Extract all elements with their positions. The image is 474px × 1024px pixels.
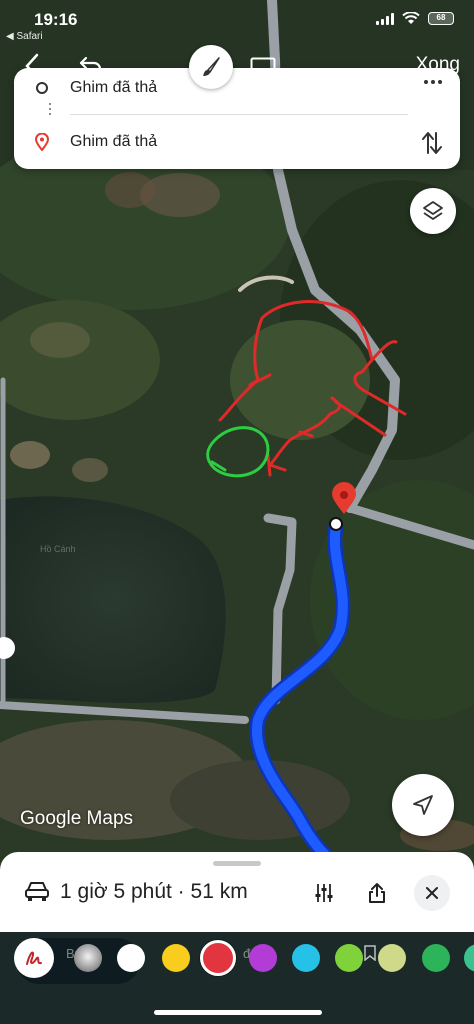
pen-icon: [203, 57, 220, 76]
swatch-lime[interactable]: [335, 944, 363, 972]
divider: [70, 114, 408, 115]
swatch-cyan[interactable]: [292, 944, 320, 972]
swatch-gray[interactable]: [74, 944, 102, 972]
navigation-arrow-icon: [413, 795, 433, 815]
swatch-khaki[interactable]: [378, 944, 406, 972]
pin-icon: [35, 133, 49, 151]
swap-icon[interactable]: [420, 130, 444, 156]
swatch-white[interactable]: [117, 944, 145, 972]
share-icon[interactable]: [360, 876, 394, 910]
undo-icon[interactable]: [76, 50, 106, 82]
back-to-app-link[interactable]: ◀ Safari: [6, 31, 43, 42]
rectangle-icon[interactable]: [248, 50, 278, 82]
options-icon[interactable]: [307, 876, 341, 910]
trip-summary: 1 giờ 5 phút · 51 km: [60, 880, 248, 903]
markup-toolbar: Xong: [0, 44, 474, 92]
signal-icon: [376, 12, 394, 25]
color-palette: Bút đ đ ư: [0, 932, 474, 1024]
done-button[interactable]: Xong: [416, 54, 460, 76]
swatch-yellow[interactable]: [162, 944, 190, 972]
destination-label: Ghim đã thả: [70, 133, 158, 150]
swatch-teal[interactable]: [464, 944, 474, 972]
status-bar: 19:16 ◀ Safari 68: [0, 0, 474, 44]
bookmark-icon: [364, 945, 376, 961]
pen-tool-button[interactable]: [189, 45, 233, 89]
pen-tool[interactable]: [14, 938, 54, 978]
back-icon[interactable]: [18, 50, 46, 82]
status-time: 19:16: [34, 10, 78, 29]
trip-bottom-sheet: 1 giờ 5 phút · 51 km: [0, 852, 474, 932]
wifi-icon: [402, 12, 420, 24]
close-icon[interactable]: [414, 875, 450, 911]
swatch-purple[interactable]: [249, 944, 277, 972]
swatch-red[interactable]: [200, 940, 236, 976]
battery-icon: 68: [428, 12, 454, 25]
destination-row[interactable]: Ghim đã thả: [14, 122, 460, 162]
home-indicator: [154, 1010, 322, 1015]
route-dots: [49, 103, 51, 115]
layers-button[interactable]: [410, 188, 456, 234]
locate-button[interactable]: [392, 774, 454, 836]
sheet-grabber[interactable]: [213, 861, 261, 866]
google-maps-logo: Google Maps: [20, 808, 134, 829]
layers-icon: [423, 201, 443, 220]
swatch-green[interactable]: [422, 944, 450, 972]
lake-label: Hồ Cánh: [40, 544, 76, 554]
scribble-pen-icon: [26, 951, 42, 965]
car-icon: [25, 882, 49, 901]
